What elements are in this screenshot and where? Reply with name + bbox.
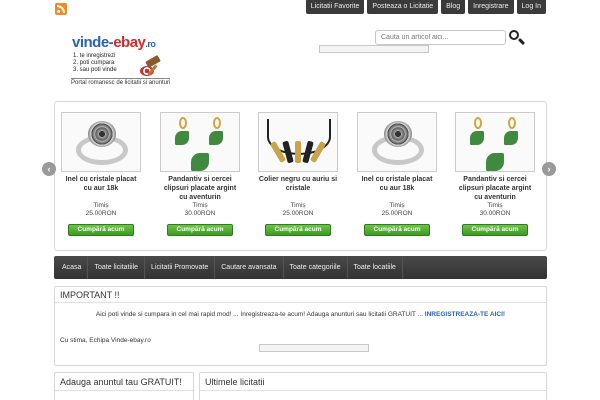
product-price: 25.00RON <box>85 210 117 217</box>
nav-all-categories[interactable]: Toate categoriile <box>284 256 348 279</box>
product-card[interactable]: Colier negru cu auriu si cristale Timiș … <box>258 112 338 236</box>
topnav-favorites[interactable]: Licitatii Favorite <box>305 0 365 14</box>
important-notice: IMPORTANT !! Aici poti vinde si cumpara … <box>54 286 547 366</box>
top-navigation: Licitatii Favorite Posteaza o Licitatie … <box>305 0 546 14</box>
logo-part-ro: .ro <box>145 39 156 49</box>
product-title[interactable]: Inel cu cristale placat cu aur 18k <box>61 175 141 202</box>
product-card[interactable]: Inel cu cristale placat cu aur 18k Timiș… <box>357 112 437 236</box>
product-location: Timiș <box>487 202 503 209</box>
gavel-icon <box>140 54 164 76</box>
topnav-register[interactable]: Inregistrare <box>468 0 514 14</box>
logo-step-3: 3. sau poti vinde <box>73 67 117 73</box>
main-navigation: Acasa Toate licitatiile Licitatii Promov… <box>54 256 547 279</box>
nav-home[interactable]: Acasa <box>56 256 89 279</box>
product-location: Timiș <box>93 202 109 209</box>
rss-icon[interactable] <box>55 3 67 15</box>
logo-wordmark: vinde-ebay.ro <box>72 34 156 51</box>
carousel-next-button[interactable]: › <box>542 162 556 176</box>
product-image-ring[interactable] <box>357 112 437 172</box>
register-link[interactable]: INREGISTREAZA-TE AICI! <box>425 311 505 318</box>
important-signature: Cu stima, Echipa Vinde-ebay.ro <box>60 337 151 344</box>
product-location: Timiș <box>192 202 208 209</box>
nav-all-locations[interactable]: Toate locatiile <box>348 256 403 279</box>
important-ad-bar <box>259 344 369 352</box>
logo-step-2: 2. poti cumpara <box>73 60 115 66</box>
important-title: IMPORTANT !! <box>55 287 546 303</box>
product-card[interactable]: Pandantiv si cercei clipsuri placate arg… <box>455 112 535 236</box>
product-image-earrings[interactable] <box>160 112 240 172</box>
topnav-post-auction[interactable]: Posteaza o Licitatie <box>367 0 439 14</box>
product-card[interactable]: Pandantiv si cercei clipsuri placate arg… <box>160 112 240 236</box>
search-input[interactable] <box>375 30 506 45</box>
topnav-login[interactable]: Log In <box>516 0 546 14</box>
search-icon[interactable] <box>508 29 526 47</box>
buy-now-button[interactable]: Cumpără acum <box>68 224 134 236</box>
important-message: Aici poti vinde si cumpara in cel mai ra… <box>55 311 546 318</box>
product-title[interactable]: Colier negru cu auriu si cristale <box>258 175 338 202</box>
product-price: 25.00RON <box>381 210 413 217</box>
topnav-blog[interactable]: Blog <box>441 0 466 14</box>
product-title[interactable]: Inel cu cristale placat cu aur 18k <box>357 175 437 202</box>
buy-now-button[interactable]: Cumpără acum <box>265 224 331 236</box>
product-location: Timiș <box>389 202 405 209</box>
buy-now-button[interactable]: Cumpără acum <box>364 224 430 236</box>
product-title[interactable]: Pandantiv si cercei clipsuri placate arg… <box>455 175 535 202</box>
carousel-prev-button[interactable]: ‹ <box>42 162 56 176</box>
nav-promoted-auctions[interactable]: Licitatii Promovate <box>145 256 216 279</box>
logo-part-ebay: ebay <box>113 34 146 51</box>
logo-tagline: Portal romanesc de licitatii si anunturi <box>71 78 171 86</box>
product-image-ring[interactable] <box>61 112 141 172</box>
logo-part-vinde: vinde- <box>72 34 114 51</box>
logo-step-1: 1. te inregistrezi <box>73 53 116 59</box>
product-image-earrings[interactable] <box>455 112 535 172</box>
product-price: 30.00RON <box>184 210 216 217</box>
latest-auctions-box: Ultimele licitatii <box>199 372 547 400</box>
product-image-necklace[interactable] <box>258 112 338 172</box>
product-price: 25.00RON <box>282 210 314 217</box>
nav-all-auctions[interactable]: Toate licitatiile <box>88 256 146 279</box>
important-message-text: Aici poti vinde si cumpara in cel mai ra… <box>95 311 425 318</box>
buy-now-button[interactable]: Cumpără acum <box>167 224 233 236</box>
product-price: 30.00RON <box>479 210 511 217</box>
buy-now-button[interactable]: Cumpără acum <box>462 224 528 236</box>
product-card[interactable]: Inel cu cristale placat cu aur 18k Timiș… <box>61 112 141 236</box>
add-listing-box: Adauga anuntul tau GRATUIT! <box>54 372 194 400</box>
search-secondary-bar <box>319 45 429 53</box>
product-location: Timiș <box>290 202 306 209</box>
latest-auctions-title: Ultimele licitatii <box>200 373 546 391</box>
add-listing-title[interactable]: Adauga anuntul tau GRATUIT! <box>55 373 193 391</box>
site-logo[interactable]: vinde-ebay.ro 1. te inregistrezi 2. poti… <box>70 34 180 90</box>
product-title[interactable]: Pandantiv si cercei clipsuri placate arg… <box>160 175 240 202</box>
logo-steps: 1. te inregistrezi 2. poti cumpara 3. sa… <box>73 53 117 74</box>
nav-advanced-search[interactable]: Cautare avansata <box>215 256 284 279</box>
